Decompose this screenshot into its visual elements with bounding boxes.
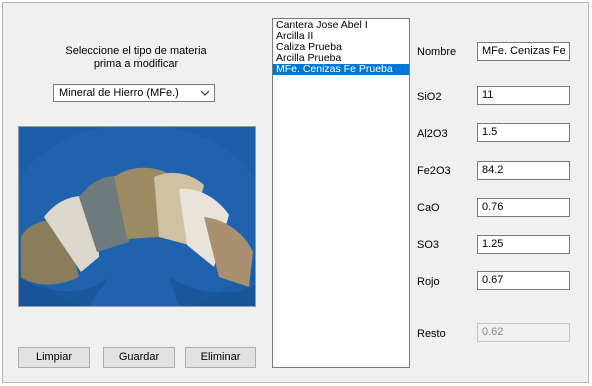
so3-field[interactable]: 1.25 <box>477 235 570 254</box>
raw-materials-photo <box>18 126 256 307</box>
chevron-down-icon <box>200 90 210 96</box>
rojo-label: Rojo <box>417 276 440 288</box>
cao-field[interactable]: 0.76 <box>477 198 570 217</box>
cao-label: CaO <box>417 202 440 214</box>
al2o3-label: Al2O3 <box>417 128 448 140</box>
so3-label: SO3 <box>417 239 440 251</box>
sio2-label: SiO2 <box>417 91 442 103</box>
resto-label: Resto <box>417 328 446 340</box>
nombre-label: Nombre <box>417 46 457 58</box>
list-item-selected[interactable]: MFe. Cenizas Fe Prueba <box>273 64 409 75</box>
resto-field: 0.62 <box>477 323 570 342</box>
material-type-prompt: Seleccione el tipo de materia prima a mo… <box>65 45 207 70</box>
fe2o3-label: Fe2O3 <box>417 165 451 177</box>
materials-listbox[interactable]: Cantera Jose Abel I Arcilla II Caliza Pr… <box>272 18 410 368</box>
rojo-field[interactable]: 0.67 <box>477 271 570 290</box>
clear-button[interactable]: Limpiar <box>18 347 90 368</box>
save-button[interactable]: Guardar <box>103 347 175 368</box>
fe2o3-field[interactable]: 84.2 <box>477 161 570 180</box>
main-form: Seleccione el tipo de materia prima a mo… <box>2 2 589 383</box>
delete-button[interactable]: Eliminar <box>185 347 256 368</box>
sio2-field[interactable]: 11 <box>477 86 570 105</box>
material-type-value: Mineral de Hierro (MFe.) <box>59 87 179 99</box>
nombre-field[interactable]: MFe. Cenizas Fe Prueba <box>477 42 570 61</box>
al2o3-field[interactable]: 1.5 <box>477 123 570 142</box>
material-type-dropdown[interactable]: Mineral de Hierro (MFe.) <box>53 84 215 102</box>
